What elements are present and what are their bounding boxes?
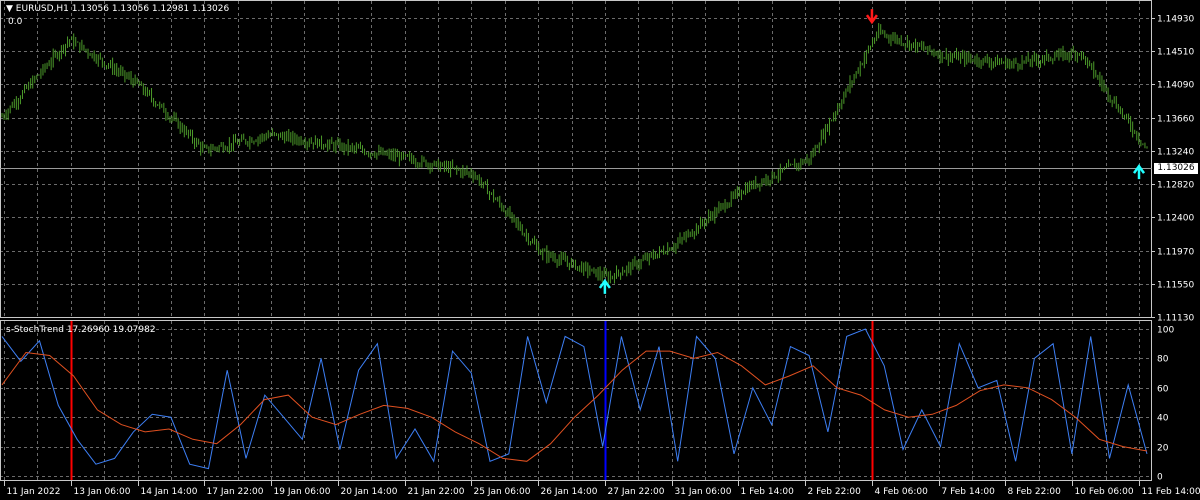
time-label: 8 Feb 22:00 <box>1008 487 1062 497</box>
level-label: 80 <box>1157 355 1169 365</box>
price-label: 1.13240 <box>1157 148 1194 158</box>
current-price-tag: 1.13026 <box>1154 163 1198 174</box>
time-label: 27 Jan 22:00 <box>608 487 665 497</box>
time-label: 2 Feb 22:00 <box>808 487 862 497</box>
menu-triangle-icon[interactable]: ▼ <box>6 4 13 14</box>
price-label: 1.11550 <box>1157 281 1194 291</box>
time-label: 1 Feb 14:00 <box>741 487 795 497</box>
corner-value: 0.0 <box>8 17 23 27</box>
price-label: 1.14090 <box>1157 81 1194 91</box>
time-label: 26 Jan 14:00 <box>541 487 598 497</box>
level-label: 100 <box>1157 326 1174 336</box>
level-label: 40 <box>1157 414 1169 424</box>
time-label: 10 Feb 06:00 <box>1075 487 1134 497</box>
time-label: 17 Jan 22:00 <box>207 487 264 497</box>
price-label: 1.14510 <box>1157 48 1194 58</box>
price-label: 1.12820 <box>1157 181 1194 191</box>
price-label: 1.12400 <box>1157 214 1194 224</box>
price-label: 1.13660 <box>1157 115 1194 125</box>
time-label: 25 Jan 06:00 <box>474 487 531 497</box>
time-label: 31 Jan 06:00 <box>675 487 732 497</box>
level-label: 0 <box>1157 473 1163 483</box>
price-label: 1.14930 <box>1157 15 1194 25</box>
time-label: 7 Feb 14:00 <box>942 487 996 497</box>
level-label: 60 <box>1157 385 1169 395</box>
time-label: 21 Jan 22:00 <box>408 487 465 497</box>
time-label: 4 Feb 06:00 <box>875 487 929 497</box>
time-label: 14 Jan 14:00 <box>141 487 198 497</box>
time-label: 11 Feb 14:00 <box>1142 487 1200 497</box>
level-label: 20 <box>1157 444 1169 454</box>
price-label: 1.11130 <box>1157 314 1194 324</box>
time-label: 13 Jan 06:00 <box>74 487 131 497</box>
time-label: 20 Jan 14:00 <box>341 487 398 497</box>
time-label: 19 Jan 06:00 <box>274 487 331 497</box>
price-label: 1.11970 <box>1157 248 1194 258</box>
time-label: 11 Jan 2022 <box>7 487 61 497</box>
symbol-header[interactable]: ▼ EURUSD,H1 1.13056 1.13056 1.12981 1.13… <box>6 4 229 14</box>
indicator-header: s-StochTrend 17.26960 19.07982 <box>6 325 156 335</box>
chart-canvas[interactable]: 100 80 60 40 20 0 1.14930 1.14510 1.14090 1.1366… <box>0 0 1200 500</box>
